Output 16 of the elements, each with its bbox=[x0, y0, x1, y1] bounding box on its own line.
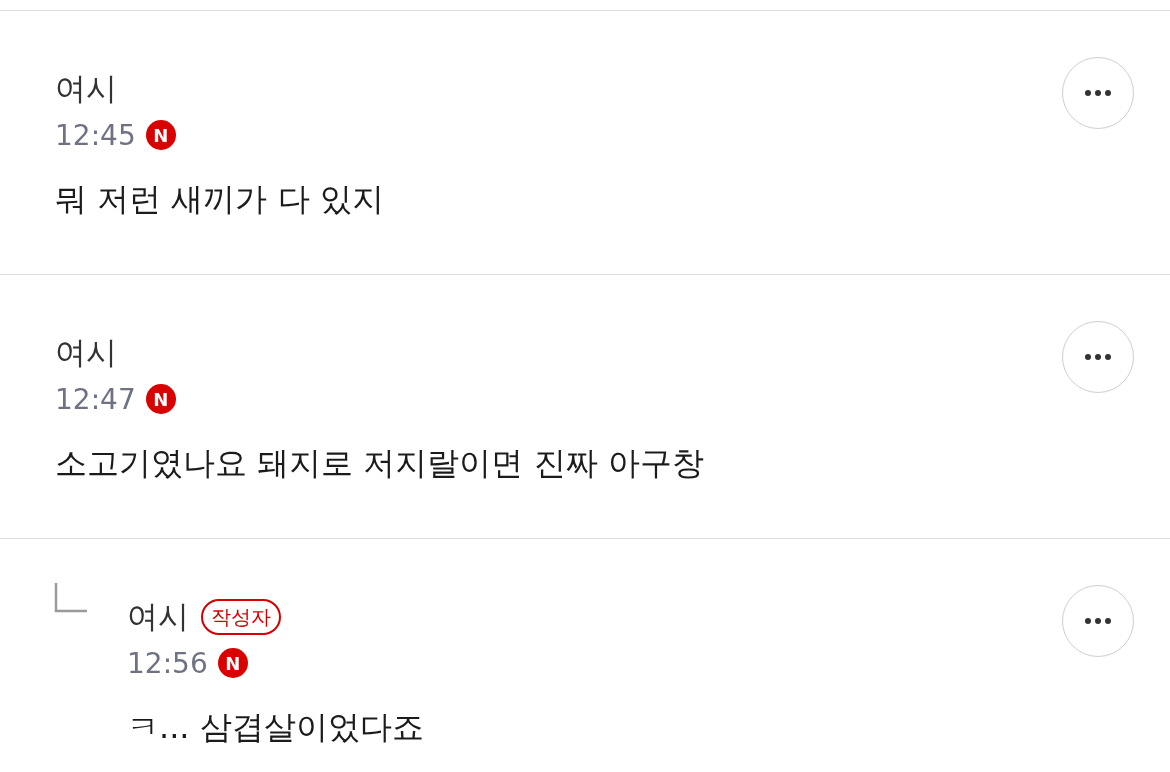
more-icon bbox=[1085, 90, 1111, 96]
more-icon bbox=[1085, 618, 1111, 624]
more-icon bbox=[1085, 354, 1111, 360]
comment-text: 뭐 저런 새끼가 다 있지 bbox=[55, 179, 385, 220]
author-name[interactable]: 여시 bbox=[127, 596, 189, 638]
author-name[interactable]: 여시 bbox=[55, 332, 117, 374]
comment-time: 12:56 bbox=[127, 646, 208, 680]
new-badge: N bbox=[145, 120, 176, 150]
comment-text: 소고기였나요 돼지로 저지랄이면 진짜 아구창 bbox=[55, 443, 705, 484]
comment-text: ㅋ... 삼겹살이었다죠 bbox=[127, 707, 425, 748]
comment-time: 12:45 bbox=[55, 118, 136, 152]
author-badge: 작성자 bbox=[201, 599, 281, 635]
new-badge: N bbox=[217, 648, 248, 678]
new-badge: N bbox=[145, 384, 176, 414]
comment-time: 12:47 bbox=[55, 382, 136, 416]
author-name[interactable]: 여시 bbox=[55, 68, 117, 110]
